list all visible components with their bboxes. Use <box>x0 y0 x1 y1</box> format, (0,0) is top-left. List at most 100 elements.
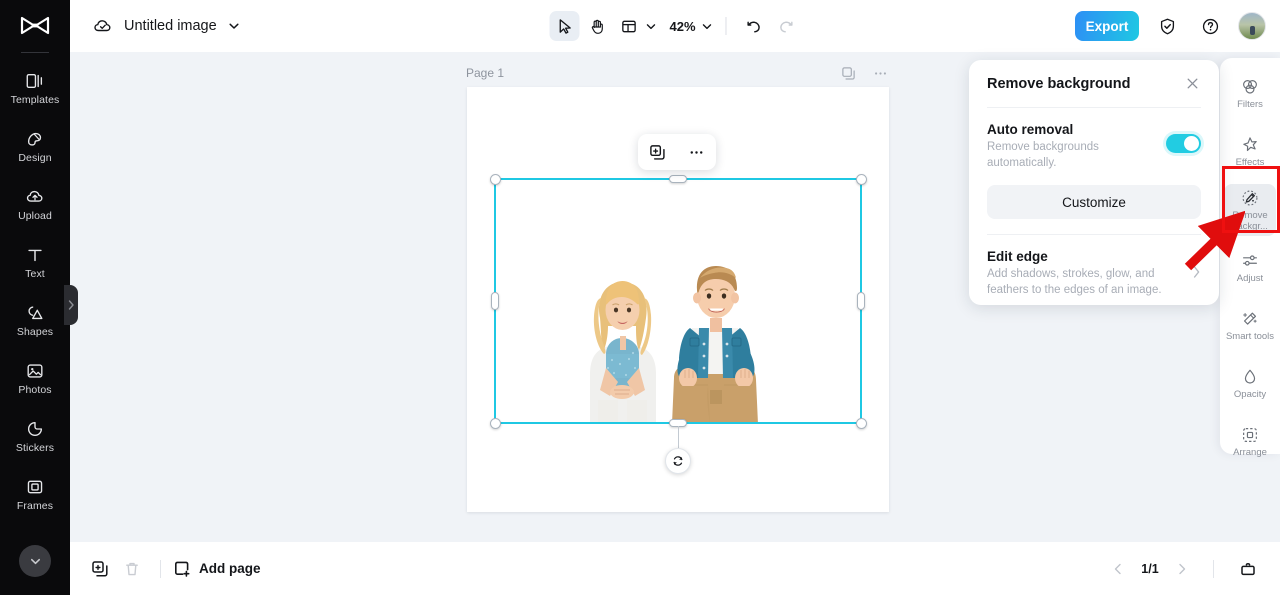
resize-handle-top-right[interactable] <box>855 173 867 185</box>
delete-page-button[interactable] <box>116 553 148 585</box>
customize-button[interactable]: Customize <box>987 185 1201 220</box>
photos-icon <box>27 364 43 378</box>
hand-tool-button[interactable] <box>581 11 611 41</box>
add-page-label: Add page <box>199 561 261 576</box>
resize-handle-bottom-right[interactable] <box>855 417 867 429</box>
sidebar-label-frames: Frames <box>16 499 54 512</box>
next-page-button[interactable] <box>1169 556 1195 582</box>
bottom-bar: Add page 1/1 <box>70 542 1280 595</box>
undo-button[interactable] <box>739 11 769 41</box>
auto-removal-toggle[interactable] <box>1166 134 1201 153</box>
trash-icon <box>126 562 138 575</box>
tool-label-opacity: Opacity <box>1233 389 1267 401</box>
duplicate-page-button[interactable] <box>84 553 116 585</box>
tool-label-smart-tools: Smart tools <box>1225 331 1275 343</box>
page-more-button[interactable] <box>871 64 889 82</box>
panel-close-button[interactable] <box>1183 75 1201 93</box>
user-avatar[interactable] <box>1238 12 1266 40</box>
redo-icon <box>779 21 793 32</box>
context-duplicate-button[interactable] <box>645 139 671 165</box>
duplicate-icon <box>92 560 108 577</box>
sidebar-item-stickers[interactable]: Stickers <box>0 407 70 465</box>
tool-label-arrange: Arrange <box>1233 447 1267 459</box>
sidebar-scroll-down-button[interactable] <box>19 545 51 577</box>
edit-edge-row[interactable]: Edit edge Add shadows, strokes, glow, an… <box>987 235 1201 298</box>
layout-tool-button[interactable] <box>613 11 643 41</box>
select-tool-button[interactable] <box>549 11 580 41</box>
app-logo[interactable] <box>20 0 50 52</box>
bottom-divider-right <box>1213 559 1214 578</box>
annotation-arrow <box>1184 210 1245 271</box>
tool-opacity[interactable]: Opacity <box>1224 358 1276 410</box>
smart-tools-icon <box>1243 312 1257 325</box>
presentation-view-button[interactable] <box>1232 553 1264 585</box>
help-button[interactable] <box>1195 11 1225 41</box>
cursor-arrow-icon <box>559 18 571 34</box>
sidebar-item-templates[interactable]: Templates <box>0 59 70 117</box>
bottom-right-actions: 1/1 <box>1105 553 1264 585</box>
sidebar-item-frames[interactable]: Frames <box>0 465 70 523</box>
page-label: Page 1 <box>466 66 505 80</box>
edit-edge-title: Edit edge <box>987 249 1048 265</box>
page-duplicate-button[interactable] <box>839 64 857 82</box>
sidebar-item-photos[interactable]: Photos <box>0 349 70 407</box>
chevron-down-icon[interactable] <box>227 19 241 33</box>
selection-context-toolbar <box>638 134 716 170</box>
text-icon <box>28 249 42 261</box>
document-title: Untitled image <box>124 18 217 34</box>
tool-filters[interactable]: Filters <box>1224 68 1276 120</box>
redo-button[interactable] <box>771 11 801 41</box>
page-counter: 1/1 <box>1141 561 1159 576</box>
shapes-icon <box>28 306 43 319</box>
selection-frame[interactable] <box>489 173 867 474</box>
document-title-group[interactable]: Untitled image <box>70 15 241 37</box>
page-header-actions <box>839 64 889 82</box>
tool-smart-tools[interactable]: Smart tools <box>1224 300 1276 352</box>
chevron-down-icon[interactable] <box>644 20 657 33</box>
opacity-drop-icon <box>1244 369 1256 384</box>
sidebar-item-shapes[interactable]: Shapes <box>0 291 70 349</box>
chevron-down-icon[interactable] <box>701 20 714 33</box>
shield-check-button[interactable] <box>1152 11 1182 41</box>
sidebar-label-templates: Templates <box>10 93 60 106</box>
auto-removal-text: Auto removal Remove backgrounds automati… <box>987 122 1166 171</box>
context-more-button[interactable] <box>684 139 710 165</box>
frames-icon <box>27 480 43 494</box>
resize-handle-bottom-left[interactable] <box>489 417 501 429</box>
sidebar-label-photos: Photos <box>18 383 52 396</box>
rotate-handle[interactable] <box>665 448 691 474</box>
resize-handle-right[interactable] <box>857 292 865 310</box>
editor-window: Templates Design Upload Text Shapes Phot… <box>0 0 1280 595</box>
sidebar-label-text: Text <box>25 267 45 280</box>
sidebar-label-stickers: Stickers <box>15 441 55 454</box>
tool-arrange[interactable]: Arrange <box>1224 416 1276 468</box>
templates-icon <box>26 73 43 88</box>
rotate-stem <box>678 426 679 448</box>
sidebar-label-design: Design <box>18 151 52 164</box>
presentation-icon <box>1241 562 1255 575</box>
duplicate-add-icon <box>650 144 665 160</box>
sidebar-item-design[interactable]: Design <box>0 117 70 175</box>
page-header: Page 1 <box>466 64 889 82</box>
zoom-level-group[interactable]: 42% <box>659 19 713 34</box>
tool-effects[interactable]: Effects <box>1224 126 1276 178</box>
sidebar-item-upload[interactable]: Upload <box>0 175 70 233</box>
export-button[interactable]: Export <box>1075 11 1139 41</box>
hand-icon <box>591 19 603 34</box>
tool-label-effects: Effects <box>1235 157 1265 169</box>
chevron-left-icon <box>1114 563 1121 574</box>
resize-handle-left[interactable] <box>491 292 499 310</box>
layout-tool-group[interactable] <box>613 11 657 41</box>
bottom-divider <box>160 559 161 578</box>
resize-handle-top-left[interactable] <box>489 173 501 185</box>
prev-page-button[interactable] <box>1105 556 1131 582</box>
add-page-button[interactable]: Add page <box>173 560 261 578</box>
resize-handle-top[interactable] <box>669 175 687 183</box>
more-horizontal-icon <box>874 71 886 75</box>
bottom-left-actions: Add page <box>70 553 261 585</box>
sidebar-label-shapes: Shapes <box>16 325 54 338</box>
sidebar-item-text[interactable]: Text <box>0 233 70 291</box>
left-sidebar: Templates Design Upload Text Shapes Phot… <box>0 0 78 595</box>
sidebar-collapse-handle[interactable] <box>64 285 78 325</box>
rotate-icon <box>673 456 683 466</box>
